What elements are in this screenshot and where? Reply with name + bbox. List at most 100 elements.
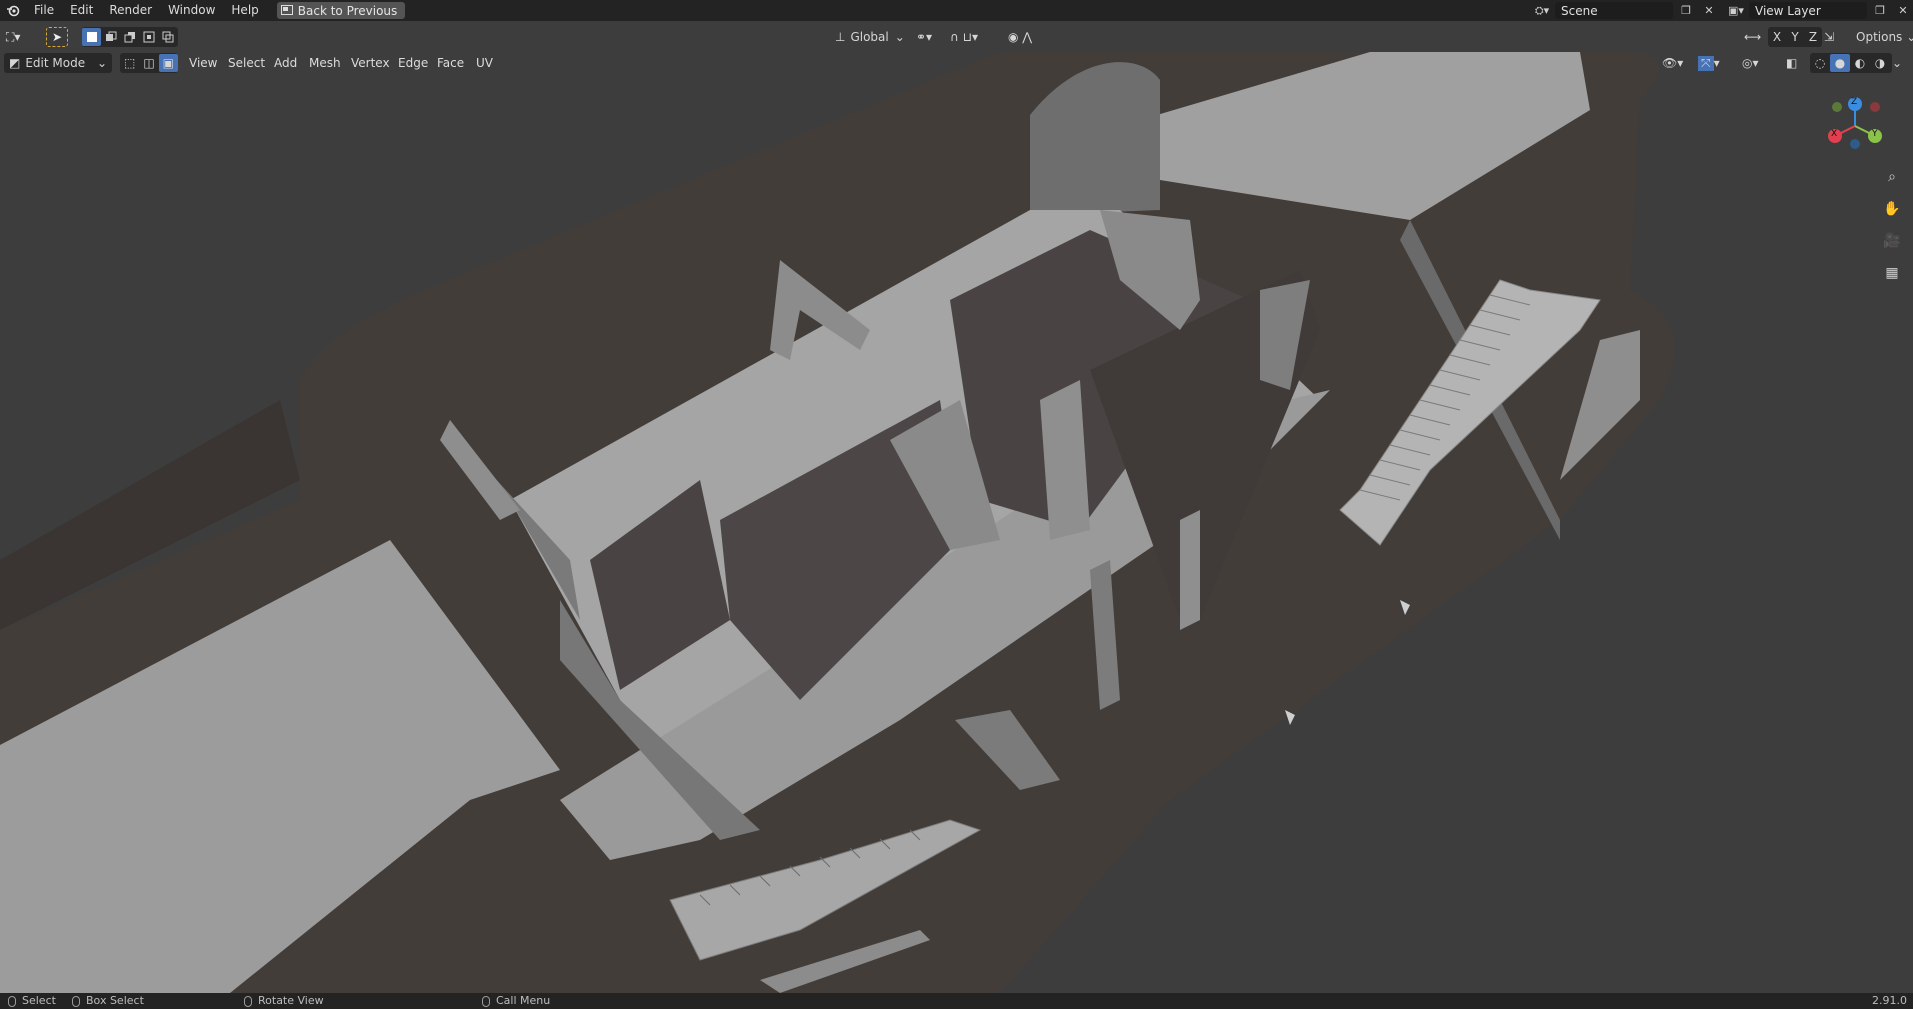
delete-view-layer-icon[interactable]: ✕ bbox=[1893, 2, 1913, 19]
status-call-menu: Call Menu bbox=[482, 993, 550, 1009]
orientation-value: Global bbox=[850, 30, 889, 44]
menu-uv[interactable]: UV bbox=[476, 52, 493, 74]
mouse-right-icon bbox=[482, 995, 490, 1007]
chevron-down-icon: ⌄ bbox=[96, 56, 107, 70]
select-mode-group: ⬚ ◫ ▣ bbox=[120, 53, 178, 73]
menu-edge[interactable]: Edge bbox=[398, 52, 428, 74]
scene-name: Scene bbox=[1561, 3, 1598, 18]
chevron-down-icon: ⌄ bbox=[1892, 56, 1903, 70]
delete-scene-icon[interactable]: ✕ bbox=[1699, 2, 1719, 19]
back-to-previous-button[interactable]: Back to Previous bbox=[276, 2, 406, 19]
snap-magnet-icon: ∩ ⊔▾ bbox=[950, 30, 978, 44]
view-layer-browse-icon[interactable]: ▣▾ bbox=[1726, 2, 1746, 19]
mirror-y-toggle[interactable]: Y bbox=[1786, 28, 1804, 46]
gizmo-x-label: X bbox=[1831, 129, 1838, 139]
select-invert-icon[interactable] bbox=[140, 28, 159, 46]
menu-render[interactable]: Render bbox=[101, 0, 160, 21]
pan-hand-icon[interactable]: ✋ bbox=[1881, 198, 1903, 220]
shading-group: ◌ ● ◐ ◑ bbox=[1810, 53, 1892, 73]
menu-edit[interactable]: Edit bbox=[62, 0, 101, 21]
status-select-label: Select bbox=[22, 994, 56, 1007]
top-bar: File Edit Render Window Help Back to Pre… bbox=[0, 0, 1913, 21]
visibility-dropdown[interactable]: 👁▾ bbox=[1662, 53, 1692, 73]
menu-add[interactable]: Add bbox=[274, 52, 297, 74]
gizmo-y-label: Y bbox=[1872, 129, 1878, 139]
navigation-gizmo[interactable]: Z X Y bbox=[1815, 96, 1895, 158]
cursor-arrow-icon: ➤ bbox=[52, 30, 63, 44]
mouse-middle-icon bbox=[244, 995, 252, 1007]
select-subtract-icon[interactable] bbox=[120, 28, 139, 46]
status-select: Select bbox=[8, 993, 56, 1009]
status-box-select: Box Select bbox=[72, 993, 144, 1009]
gizmo-toggle[interactable]: ⤧ ▾ bbox=[1698, 53, 1734, 73]
rendered-shading-icon[interactable]: ◑ bbox=[1870, 54, 1890, 72]
view-layer-field[interactable]: View Layer bbox=[1749, 2, 1867, 19]
pivot-icon: ⚭▾ bbox=[916, 30, 933, 44]
mirror-options-icon[interactable]: ⟷ bbox=[1744, 27, 1768, 47]
chevron-down-icon: ⌄ bbox=[894, 30, 905, 44]
status-box-select-label: Box Select bbox=[86, 994, 144, 1007]
view-layer-name: View Layer bbox=[1755, 3, 1821, 18]
gizmo-z-label: Z bbox=[1851, 97, 1858, 107]
status-bar: Select Box Select Rotate View Call Menu … bbox=[0, 993, 1913, 1009]
menu-face[interactable]: Face bbox=[437, 52, 464, 74]
menu-help[interactable]: Help bbox=[223, 0, 266, 21]
scene-field[interactable]: Scene bbox=[1555, 2, 1673, 19]
vertex-select-icon[interactable]: ⬚ bbox=[120, 54, 139, 72]
new-view-layer-icon[interactable]: ❐ bbox=[1870, 2, 1890, 19]
edge-select-icon[interactable]: ◫ bbox=[139, 54, 158, 72]
chevron-down-icon: ⌄ bbox=[1906, 30, 1913, 44]
perspective-grid-icon[interactable]: ▦ bbox=[1881, 262, 1903, 284]
new-scene-icon[interactable]: ❐ bbox=[1676, 2, 1696, 19]
options-label: Options bbox=[1856, 30, 1903, 44]
mirror-x-toggle[interactable]: X bbox=[1768, 28, 1786, 46]
xray-icon: ◧ bbox=[1786, 56, 1798, 70]
solid-shading-icon[interactable]: ● bbox=[1830, 54, 1850, 72]
screen-icon bbox=[280, 4, 293, 18]
scene-geometry bbox=[0, 52, 1913, 993]
mouse-left-icon bbox=[8, 995, 16, 1007]
tool-header: ⛶▾ ➤ ⊥ Global ⌄ ⚭▾ ∩ ⊔▾ ◉ ⋀ ⟷ X Y Z ⇲ Op… bbox=[0, 22, 1913, 52]
mode-dropdown[interactable]: ◩ Edit Mode ⌄ bbox=[4, 53, 112, 73]
xray-toggle[interactable]: ◧ bbox=[1786, 53, 1806, 73]
shading-options-dropdown[interactable]: ⌄ bbox=[1892, 53, 1910, 73]
wireframe-shading-icon[interactable]: ◌ bbox=[1810, 54, 1830, 72]
pivot-point-dropdown[interactable]: ⚭▾ bbox=[916, 27, 946, 47]
menu-window[interactable]: Window bbox=[160, 0, 223, 21]
status-call-menu-label: Call Menu bbox=[496, 994, 551, 1007]
menu-mesh[interactable]: Mesh bbox=[309, 52, 341, 74]
overlays-icon: ◎▾ bbox=[1742, 56, 1759, 70]
select-intersect-icon[interactable] bbox=[159, 28, 178, 46]
options-dropdown[interactable]: Options ⌄ bbox=[1850, 27, 1913, 47]
menu-file[interactable]: File bbox=[26, 0, 62, 21]
select-extend-icon[interactable] bbox=[101, 28, 120, 46]
mode-value: Edit Mode bbox=[25, 56, 86, 70]
version-label: 2.91.0 bbox=[1872, 994, 1907, 1007]
status-rotate-view: Rotate View bbox=[244, 993, 324, 1009]
mirror-z-toggle[interactable]: Z bbox=[1804, 28, 1822, 46]
eye-icon: 👁▾ bbox=[1662, 56, 1684, 70]
status-rotate-view-label: Rotate View bbox=[258, 994, 324, 1007]
3d-viewport[interactable]: ◩ Edit Mode ⌄ ⬚ ◫ ▣ View Select Add Mesh… bbox=[0, 52, 1913, 993]
select-new-icon[interactable] bbox=[82, 28, 102, 46]
face-select-icon[interactable]: ▣ bbox=[158, 54, 178, 72]
scene-browse-icon[interactable]: ⛭▾ bbox=[1532, 2, 1552, 19]
blender-logo-icon[interactable] bbox=[0, 0, 26, 21]
mouse-drag-icon bbox=[72, 995, 80, 1007]
select-tool-button[interactable]: ➤ bbox=[46, 27, 68, 47]
camera-icon[interactable]: 🎥 bbox=[1881, 230, 1903, 252]
overlays-dropdown[interactable]: ◎▾ bbox=[1742, 53, 1776, 73]
proportional-edit-icon: ◉ ⋀ bbox=[1008, 30, 1033, 44]
menu-view[interactable]: View bbox=[189, 52, 217, 74]
zoom-icon[interactable]: ⌕ bbox=[1881, 166, 1903, 188]
menu-vertex[interactable]: Vertex bbox=[351, 52, 390, 74]
edit-mode-icon: ◩ bbox=[9, 56, 21, 70]
proportional-editing-dropdown[interactable]: ◉ ⋀ bbox=[1008, 27, 1056, 47]
viewport-header: ◩ Edit Mode ⌄ ⬚ ◫ ▣ View Select Add Mesh… bbox=[0, 52, 1913, 74]
transform-orientation-dropdown[interactable]: ⊥ Global ⌄ bbox=[830, 27, 910, 47]
snap-dropdown[interactable]: ∩ ⊔▾ bbox=[950, 27, 1000, 47]
material-shading-icon[interactable]: ◐ bbox=[1850, 54, 1870, 72]
auto-merge-icon[interactable]: ⇲ bbox=[1824, 27, 1846, 47]
menu-select[interactable]: Select bbox=[228, 52, 265, 74]
editor-type-button[interactable]: ⛶▾ bbox=[6, 27, 36, 47]
